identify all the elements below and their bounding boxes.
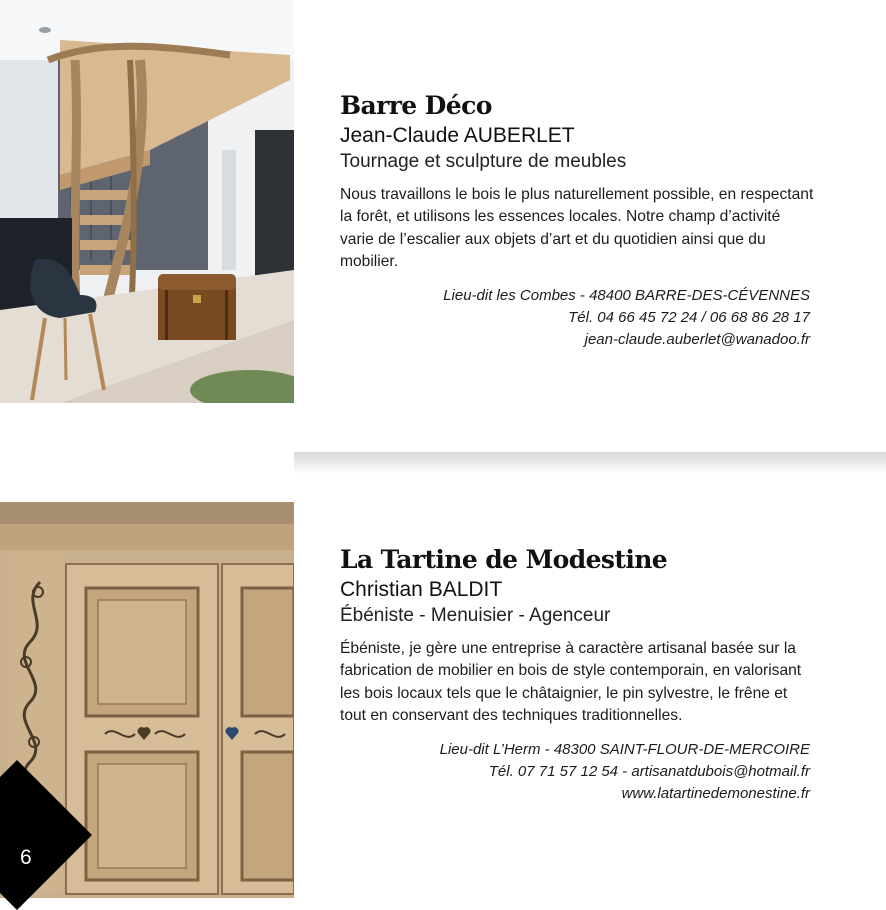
- artisan-entry-la-tartine: La Tartine de Modestine Christian BALDIT…: [340, 543, 820, 805]
- email-link[interactable]: jean-claude.auberlet@wanadoo.fr: [340, 329, 810, 351]
- business-description: Ébéniste, je gère une entreprise à carac…: [340, 640, 802, 724]
- artisan-name: Jean-Claude AUBERLET: [340, 124, 575, 147]
- staircase-illustration: [0, 0, 294, 403]
- artisan-entry-barre-deco: Barre Déco Jean-Claude AUBERLET Tournage…: [340, 89, 820, 351]
- staircase-photo: [0, 0, 294, 403]
- artisan-name: Christian BALDIT: [340, 578, 503, 601]
- contact-block: Lieu-dit L’Herm - 48300 SAINT-FLOUR-DE-M…: [340, 739, 810, 805]
- address-line: Lieu-dit L’Herm - 48300 SAINT-FLOUR-DE-M…: [439, 741, 810, 759]
- contact-block: Lieu-dit les Combes - 48400 BARRE-DES-CÉ…: [340, 285, 810, 351]
- business-name: Barre Déco: [340, 91, 492, 120]
- phone-email-line: Tél. 07 71 57 12 54 - artisanatdubois@ho…: [488, 763, 810, 781]
- trade-subtitle: Tournage et sculpture de meubles: [340, 151, 627, 172]
- section-divider-shadow: [294, 452, 886, 474]
- business-name: La Tartine de Modestine: [340, 545, 668, 574]
- business-description: Nous travaillons le bois le plus naturel…: [340, 186, 814, 270]
- website-link[interactable]: www.latartinedemonestine.fr: [340, 783, 810, 805]
- trade-subtitle: Ébéniste - Menuisier - Agenceur: [340, 605, 611, 626]
- phone-line: Tél. 04 66 45 72 24 / 06 68 86 28 17: [568, 309, 810, 327]
- address-line: Lieu-dit les Combes - 48400 BARRE-DES-CÉ…: [443, 287, 810, 305]
- page-number: 6: [20, 846, 32, 869]
